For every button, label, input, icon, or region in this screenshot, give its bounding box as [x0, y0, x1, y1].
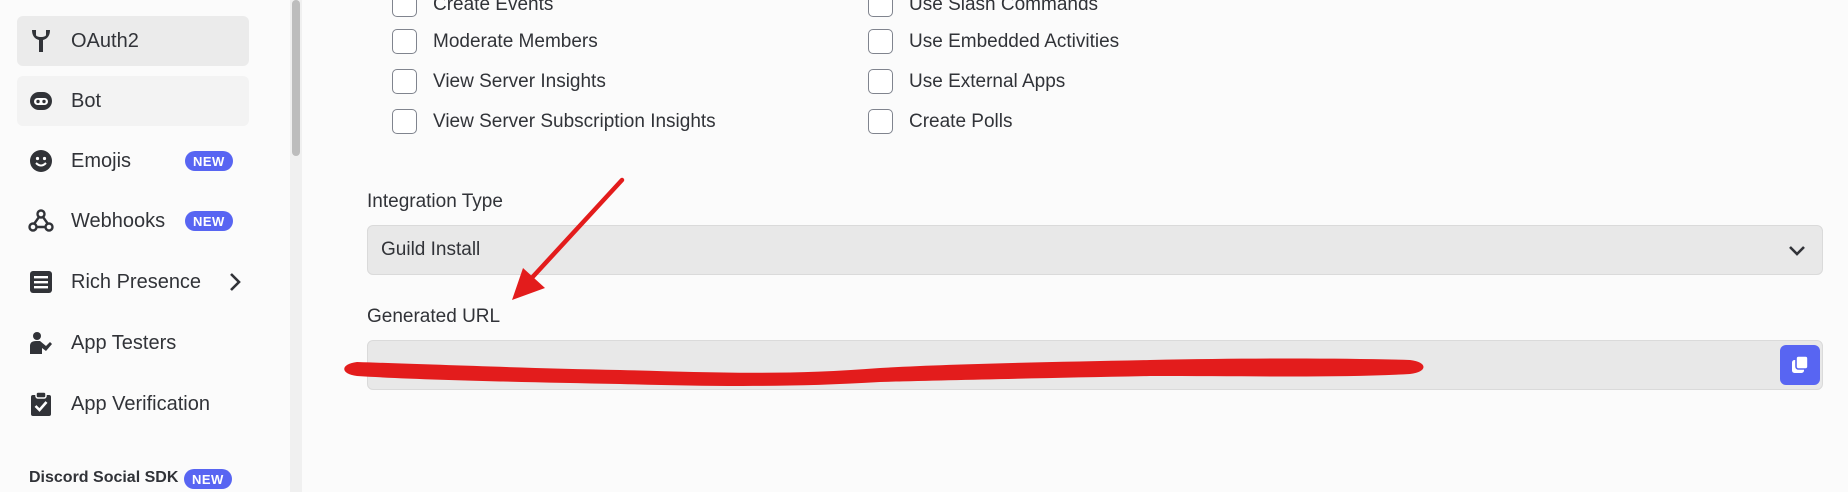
sidebar-item-label: App Verification	[71, 392, 210, 415]
sidebar-item-label: Emojis	[71, 149, 132, 172]
permission-checkbox[interactable]: Use External Apps	[868, 69, 1065, 94]
checkbox[interactable]	[392, 0, 417, 17]
sidebar-item-label: App Testers	[71, 331, 177, 354]
chevron-right-icon	[225, 272, 245, 292]
permission-checkbox[interactable]: Moderate Members	[392, 29, 598, 54]
integration-type-select[interactable]: Guild Install	[367, 225, 1823, 275]
new-badge: NEW	[184, 469, 232, 489]
sidebar-item-app-testers[interactable]: App Testers	[17, 318, 249, 368]
integration-type-value: Guild Install	[381, 239, 481, 260]
permission-checkbox[interactable]: Use Slash Commands	[868, 0, 1098, 17]
permission-label: View Server Subscription Insights	[433, 110, 716, 132]
sidebar-item-label: Bot	[71, 89, 102, 112]
permission-checkbox[interactable]: Create Events	[392, 0, 553, 17]
checkbox[interactable]	[392, 109, 417, 134]
checkbox[interactable]	[392, 69, 417, 94]
checkbox[interactable]	[868, 109, 893, 134]
permission-checkbox[interactable]: Create Polls	[868, 109, 1013, 134]
checkbox[interactable]	[868, 69, 893, 94]
copy-button[interactable]	[1780, 345, 1820, 385]
permission-label: Moderate Members	[433, 30, 598, 52]
sidebar-item-emojis[interactable]: Emojis NEW	[17, 136, 249, 186]
main-content: Create Events Moderate Members View Serv…	[302, 0, 1848, 492]
permission-checkbox[interactable]: View Server Insights	[392, 69, 606, 94]
checkbox[interactable]	[868, 0, 893, 17]
sidebar-item-label: Webhooks	[71, 209, 166, 232]
sidebar-item-rich-presence[interactable]: Rich Presence	[17, 257, 249, 307]
permission-label: Use External Apps	[909, 70, 1066, 92]
rich-presence-icon	[27, 268, 55, 296]
wrench-icon	[27, 27, 55, 55]
permission-label: View Server Insights	[433, 70, 606, 92]
permission-label: Use Embedded Activities	[909, 30, 1120, 52]
sidebar-item-label: Rich Presence	[71, 270, 202, 293]
permission-label: Create Events	[433, 0, 554, 15]
sidebar-item-webhooks[interactable]: Webhooks NEW	[17, 196, 249, 246]
new-badge: NEW	[185, 151, 233, 171]
checkbox[interactable]	[392, 29, 417, 54]
generated-url-label: Generated URL	[367, 306, 501, 327]
sidebar-item-oauth2[interactable]: OAuth2	[17, 16, 249, 66]
tester-icon	[27, 329, 55, 357]
permission-checkbox[interactable]: Use Embedded Activities	[868, 29, 1119, 54]
chevron-down-icon	[1786, 240, 1808, 262]
sidebar-item-bot[interactable]: Bot	[17, 76, 249, 126]
sidebar-item-label: OAuth2	[71, 29, 139, 52]
integration-type-label: Integration Type	[367, 191, 503, 212]
emoji-icon	[27, 147, 55, 175]
sidebar-scrollbar-thumb[interactable]	[292, 0, 300, 156]
section-title: Discord Social SDK	[29, 469, 179, 486]
new-badge: NEW	[185, 211, 233, 231]
sidebar: OAuth2 Bot Emojis NEW Webhooks NEW Rich …	[0, 0, 290, 492]
permission-label: Create Polls	[909, 110, 1013, 132]
bot-icon	[27, 87, 55, 115]
webhook-icon	[27, 207, 55, 235]
verification-icon	[27, 390, 55, 418]
checkbox[interactable]	[868, 29, 893, 54]
permission-checkbox[interactable]: View Server Subscription Insights	[392, 109, 716, 134]
permission-label: Use Slash Commands	[909, 0, 1099, 15]
sidebar-item-app-verification[interactable]: App Verification	[17, 379, 249, 429]
generated-url-field[interactable]	[367, 340, 1823, 390]
copy-icon	[1792, 355, 1809, 373]
